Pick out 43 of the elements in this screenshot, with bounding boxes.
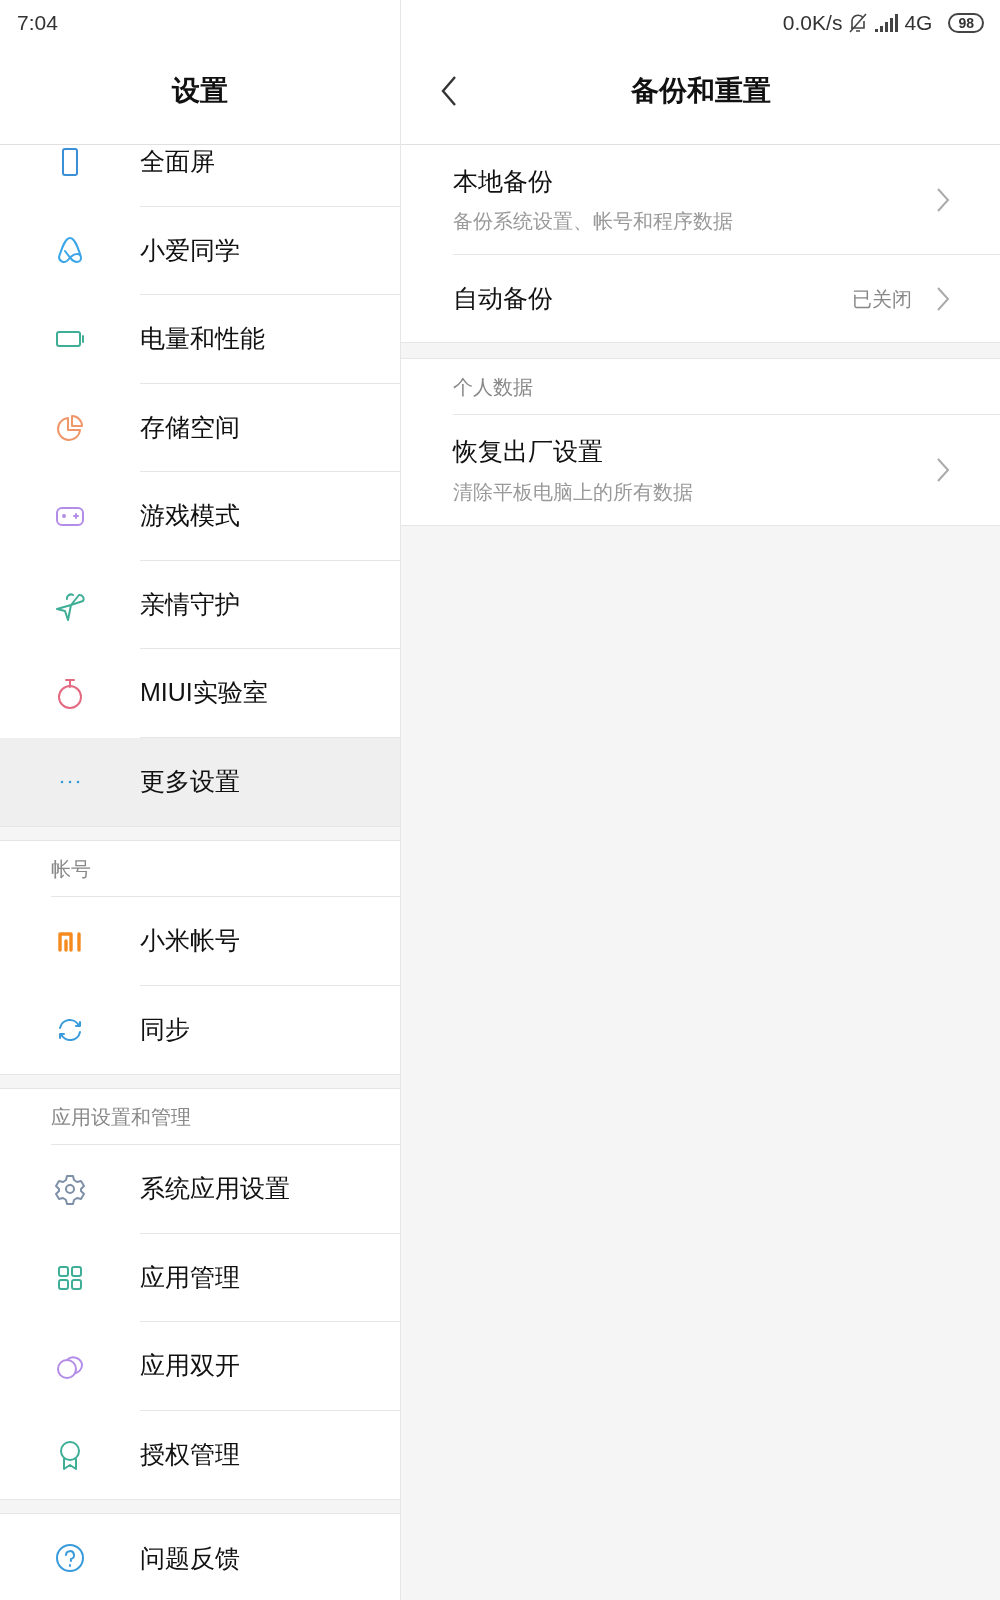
- item-label: 小爱同学: [140, 234, 240, 266]
- settings-item[interactable]: 自动备份 已关闭: [453, 255, 1000, 342]
- item-label: 存储空间: [140, 411, 240, 443]
- back-icon[interactable]: [439, 74, 459, 107]
- page-title: 设置: [172, 73, 228, 108]
- item-label: 电量和性能: [140, 323, 265, 354]
- item-title: 自动备份: [453, 282, 554, 314]
- settings-item[interactable]: 恢复出厂设置 清除平板电脑上的所有数据: [453, 415, 1000, 525]
- item-label: 应用管理: [140, 1261, 240, 1293]
- more-icon: [58, 778, 82, 785]
- network-speed: 0.0K/s: [782, 9, 843, 36]
- settings-icon: [54, 1173, 86, 1206]
- item-label: 小米帐号: [140, 925, 240, 956]
- item-label: 全面屏: [140, 146, 215, 177]
- muted-bell-icon: [848, 11, 869, 34]
- item-label: 游戏模式: [140, 500, 240, 531]
- settings-item[interactable]: 本地备份 备份系统设置、帐号和程序数据: [453, 145, 1000, 255]
- section-header: 应用设置和管理: [51, 1104, 191, 1130]
- help-icon: [54, 1542, 86, 1575]
- item-description: 备份系统设置、帐号和程序数据: [453, 209, 734, 235]
- item-label: 问题反馈: [140, 1542, 240, 1574]
- item-label: 应用双开: [140, 1350, 240, 1381]
- page-title: 备份和重置: [630, 73, 771, 108]
- item-label: 系统应用设置: [140, 1173, 290, 1204]
- section-header: 帐号: [51, 856, 91, 882]
- section-header: 个人数据: [453, 374, 533, 400]
- item-title: 恢复出厂设置: [453, 436, 604, 468]
- item-description: 清除平板电脑上的所有数据: [453, 479, 694, 505]
- item-label: 授权管理: [140, 1439, 240, 1470]
- item-label: 同步: [140, 1014, 190, 1045]
- chevron-icon: [936, 457, 950, 483]
- item-label: 更多设置: [140, 766, 240, 797]
- settings-item[interactable]: 更多设置: [0, 737, 400, 826]
- item-title: 本地备份: [453, 165, 554, 197]
- chevron-icon: [936, 186, 950, 213]
- signal-icon: [874, 13, 899, 32]
- battery-level: 98: [948, 12, 984, 33]
- item-label: MIUI实验室: [140, 677, 268, 708]
- network-type: 4G: [904, 9, 933, 36]
- item-label: 亲情守护: [140, 588, 240, 620]
- item-value: 已关闭: [852, 286, 912, 312]
- status-time: 7:04: [17, 9, 58, 36]
- chevron-icon: [936, 285, 950, 312]
